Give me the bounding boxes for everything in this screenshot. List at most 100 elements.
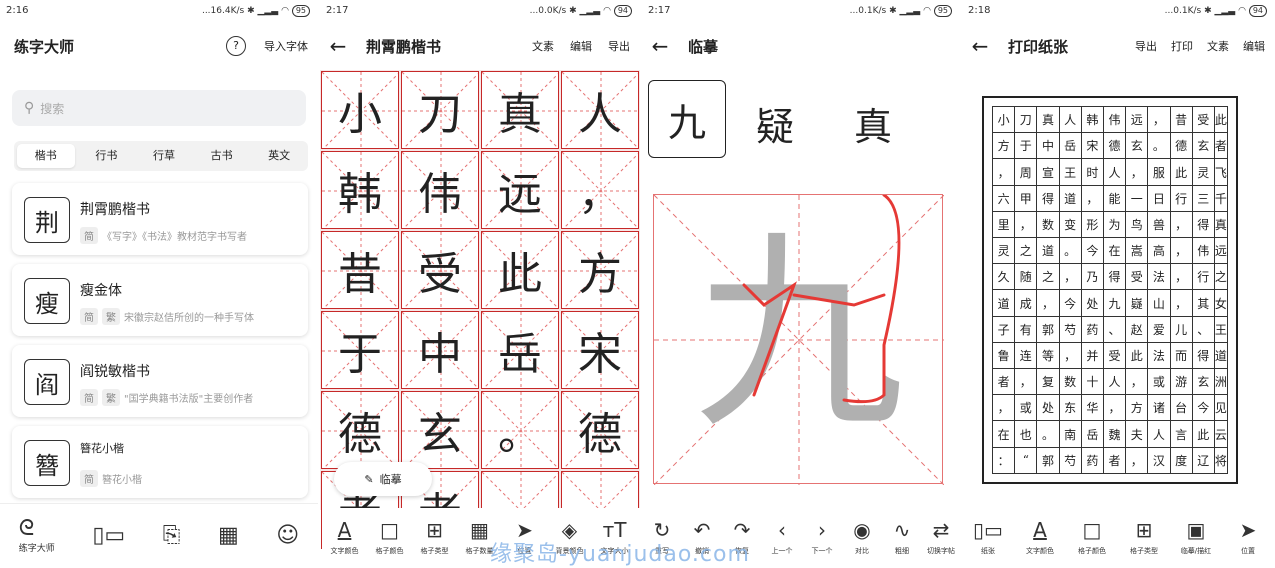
cell-char: 昔 [338,249,382,300]
grid-cell[interactable]: 方 [561,231,639,309]
sheet-cell: 受 [1191,105,1215,134]
grid-cell[interactable]: 德 [321,391,399,469]
nav-copy[interactable]: ⎘ [163,523,181,548]
header-actions: 文素 编辑 导出 [532,38,630,54]
page-title: 荆霄鹏楷书 [366,37,442,56]
sheet-cell: 药 [1080,315,1104,343]
tab-xingcao[interactable]: 行草 [135,141,193,171]
edit-button[interactable]: 编辑 [1243,38,1265,54]
compare-tool[interactable]: ◉ 对比 [842,508,882,566]
grid-color-tool[interactable]: □ 格子颜色 [1066,508,1118,566]
sheet-cell: 飞 [1213,158,1229,186]
grid-cell[interactable]: 于 [321,311,399,389]
print-button[interactable]: 打印 [1171,38,1193,54]
grid-cell[interactable]: 宋 [561,311,639,389]
grid-cell[interactable]: 德 [561,391,639,469]
tab-english[interactable]: 英文 [250,141,308,171]
text-color-tool[interactable]: A 文字颜色 [1014,508,1066,566]
practice-grid[interactable]: 小刀真人韩伟远，昔受此方于中岳宋德玄。德者者 [320,70,640,549]
tab-kaishu[interactable]: 楷书 [17,144,75,168]
sheet-cell: 处 [1036,394,1060,422]
grid-cell[interactable]: 人 [561,71,639,149]
grid-cell[interactable]: 此 [481,231,559,309]
grid-cell[interactable]: 刀 [401,71,479,149]
grid-cell[interactable]: 伟 [401,151,479,229]
thickness-tool[interactable]: ∿ 粗细 [882,508,922,566]
sheet-cell: 辽 [1191,446,1215,475]
stroke-icon: ∿ [893,518,911,542]
grid-type-tool[interactable]: ⊞ 格子类型 [1118,508,1170,566]
sheet-cell: 诸 [1147,394,1171,422]
sheet-cell: 者 [991,368,1016,396]
import-font-button[interactable]: 导入字体 [264,38,308,54]
nav-home[interactable]: ᘓ 练字大师 [19,516,55,554]
text-button[interactable]: 文素 [1207,38,1229,54]
font-meta: 简簪花小楷 [80,470,142,487]
copy-mode-button[interactable]: ✎ 临摹 [334,462,432,496]
sheet-cell: 此 [1125,341,1149,370]
font-card[interactable]: 阎 阎锐敏楷书 简繁 "国学典籍书法版"主要创作者 [12,345,308,417]
font-meta: 简繁宋徽宗赵佶所创的一种手写体 [80,308,254,325]
nav-apps[interactable]: ▦ [218,523,239,548]
sheet-cell: 王 [1213,315,1229,343]
nav-profile[interactable]: ☺ [276,523,299,548]
selected-char[interactable]: 九 [648,80,726,158]
back-arrow-icon[interactable]: ← [320,34,356,58]
grid-cell[interactable]: 中 [401,311,479,389]
grid-cell[interactable]: 受 [401,231,479,309]
grid-cell[interactable]: 岳 [481,311,559,389]
text-button[interactable]: 文素 [532,38,554,54]
text-color-tool[interactable]: A 文字颜色 [322,508,367,566]
back-arrow-icon[interactable]: ← [962,34,998,58]
cell-char: ， [578,169,622,220]
grid-cell[interactable]: 真 [481,71,559,149]
strip-char[interactable]: 疑 [756,96,794,151]
grid-type-tool[interactable]: ⊞ 格子类型 [412,508,457,566]
sheet-cell: ， [1147,105,1171,134]
sheet-cell: 时 [1080,158,1104,186]
nav-layout[interactable]: ▯▭ [92,523,125,548]
grid-cell[interactable]: ， [561,151,639,229]
export-button[interactable]: 导出 [1135,38,1157,54]
eye-off-icon: ◉ [853,518,871,542]
sheet-cell: 小 [991,105,1016,134]
sheet-row: 方于中岳宋德玄。德玄者 [991,132,1229,160]
grid-cell[interactable]: 玄 [401,391,479,469]
editor-header: ← 荆霄鹏楷书 文素 编辑 导出 [320,22,640,70]
font-glyph: 阎 [24,359,70,405]
grid-cell[interactable]: 韩 [321,151,399,229]
sheet-cell: 一 [1125,184,1149,212]
copy-canvas[interactable]: 九 [653,194,944,485]
font-card[interactable]: 荆 荆霄鹏楷书 简《写字》《书法》教材范字书写者 [12,183,308,255]
search-input[interactable]: ⚲ 搜索 [12,90,306,126]
tab-gushu[interactable]: 古书 [193,141,251,171]
trace-tool[interactable]: ▣ 临摹/描红 [1170,508,1222,566]
tag-simplified: 简 [80,308,98,325]
font-card[interactable]: 瘦 瘦金体 简繁宋徽宗赵佶所创的一种手写体 [12,264,308,336]
back-arrow-icon[interactable]: ← [642,34,678,58]
prev-tool[interactable]: ‹ 上一个 [762,508,802,566]
grid-cell[interactable]: 小 [321,71,399,149]
sheet-cell: 形 [1080,210,1104,239]
sheet-row: 灵之道。今在嵩高，伟远 [991,237,1229,265]
status-time: 2:17 [326,5,349,16]
grid-cell[interactable]: 远 [481,151,559,229]
strip-char[interactable]: 真 [854,96,892,151]
sheet-cell: 方 [1125,394,1149,422]
tab-xingshu[interactable]: 行书 [78,141,136,171]
grid-cell[interactable]: 。 [481,391,559,469]
paper-tool[interactable]: ▯▭ 纸张 [962,508,1014,566]
help-icon[interactable]: ? [226,36,246,56]
grid-cell[interactable]: 昔 [321,231,399,309]
font-card[interactable]: 簪 簪花小楷 简簪花小楷 [12,426,308,498]
next-tool[interactable]: › 下一个 [802,508,842,566]
grid-color-tool[interactable]: □ 格子颜色 [367,508,412,566]
sheet-cell: ， [1058,263,1082,291]
export-button[interactable]: 导出 [608,38,630,54]
switch-copybook-tool[interactable]: ⇄ 切换字帖 [922,508,960,566]
sheet-cell: 在 [1102,237,1127,265]
edit-button[interactable]: 编辑 [570,38,592,54]
sheet-row: 道成，今处九嶷山，其女 [991,289,1229,317]
position-tool[interactable]: ➤ 位置 [1222,508,1274,566]
sheet-cell: 等 [1036,341,1060,370]
